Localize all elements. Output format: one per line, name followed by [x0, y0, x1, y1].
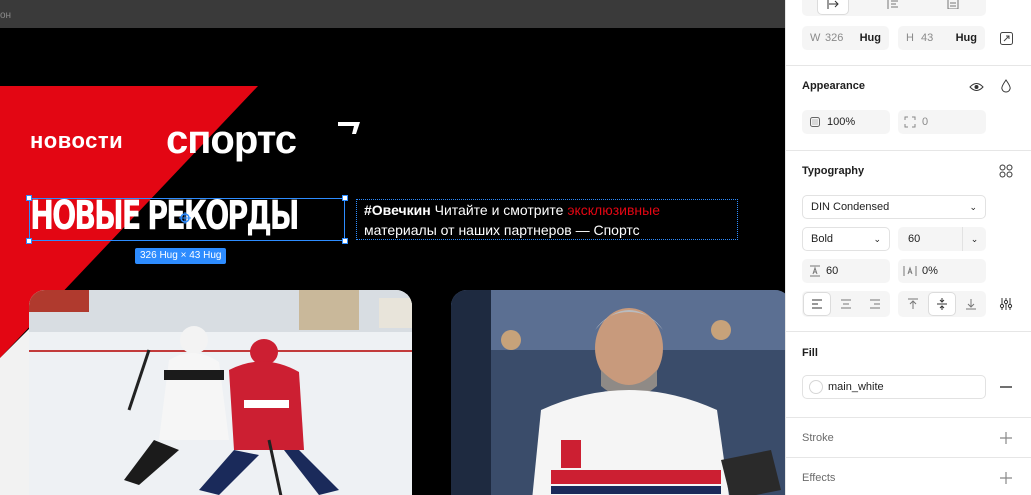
crosshair-icon	[179, 212, 191, 224]
text-align-group	[802, 291, 890, 317]
width-value: 326	[825, 32, 844, 44]
height-value: 43	[921, 32, 934, 44]
align-top-button[interactable]	[900, 293, 926, 315]
font-size-field[interactable]: 60 ⌄	[898, 227, 986, 251]
hockey-photo-2	[451, 290, 785, 495]
resize-handle-top-right[interactable]	[342, 195, 348, 201]
letter-spacing-field[interactable]: 0%	[898, 259, 986, 283]
design-canvas[interactable]: он новости спортс НОВЫЕ РЕКОРДЫ 326 Hug …	[0, 0, 785, 495]
arrow-right-icon	[827, 0, 839, 9]
font-size-dropdown[interactable]: ⌄	[962, 227, 986, 251]
effects-section: Effects	[786, 458, 1031, 495]
vertical-align-group	[898, 291, 986, 317]
font-weight-value: Bold	[811, 233, 834, 245]
brand-logo-text[interactable]: спортс	[166, 118, 297, 163]
remove-fill-icon[interactable]	[998, 379, 1014, 395]
opacity-value: 100%	[827, 116, 856, 128]
corner-radius-icon	[904, 116, 916, 128]
text-settings-icon[interactable]	[998, 296, 1014, 312]
corner-radius-field[interactable]: 0	[898, 110, 986, 134]
layout-section: W 326 Hug H 43 Hug	[786, 0, 1031, 66]
width-field[interactable]: W 326 Hug	[802, 26, 889, 50]
add-effect-icon[interactable]	[998, 470, 1014, 486]
direction-wrap-button[interactable]	[938, 0, 968, 14]
effects-title: Effects	[802, 472, 836, 484]
body-text-line-2[interactable]: материалы от наших партнеров — Спортс	[364, 222, 640, 238]
height-label: H	[906, 32, 914, 44]
chevron-down-icon: ⌄	[873, 234, 881, 244]
brand-news-text[interactable]: новости	[30, 128, 123, 154]
align-center-button[interactable]	[833, 293, 859, 315]
direction-segmented-control	[802, 0, 986, 16]
align-middle-button[interactable]	[929, 293, 955, 315]
fill-swatch-name: main_white	[828, 381, 884, 393]
height-field[interactable]: H 43 Hug	[898, 26, 985, 50]
letter-spacing-icon	[903, 266, 917, 276]
body-text-before: Читайте и смотрите	[430, 202, 568, 218]
blend-mode-icon[interactable]	[998, 78, 1014, 94]
size-badge: 326 Hug × 43 Hug	[135, 248, 227, 264]
app-window: он новости спортс НОВЫЕ РЕКОРДЫ 326 Hug …	[0, 0, 1031, 495]
direction-vertical-button[interactable]	[878, 0, 908, 14]
resize-handle-top-left[interactable]	[26, 195, 32, 201]
height-mode[interactable]: Hug	[956, 26, 977, 50]
resize-to-fit-icon[interactable]	[998, 30, 1014, 46]
chevron-down-icon: ⌄	[969, 202, 977, 212]
align-left-icon	[812, 299, 822, 309]
hashtag-text: #Овечкин	[364, 202, 431, 218]
align-right-icon	[870, 299, 880, 309]
body-text-line-1[interactable]: #Овечкин Читайте и смотрите эксклюзивные	[364, 202, 660, 218]
artboard[interactable]: новости спортс НОВЫЕ РЕКОРДЫ 326 Hug × 4…	[0, 28, 785, 495]
line-height-icon	[810, 265, 820, 277]
line-height-value: 60	[826, 265, 839, 277]
line-height-field[interactable]: 60	[802, 259, 890, 283]
typography-section: Typography DIN Condensed ⌄ Bold ⌄ 60 ⌄ 6…	[786, 151, 1031, 332]
align-center-icon	[841, 299, 851, 309]
accent-text: эксклюзивные	[567, 202, 660, 218]
align-top-icon	[908, 298, 918, 309]
align-right-button[interactable]	[862, 293, 888, 315]
frame-label[interactable]: он	[0, 10, 11, 21]
appearance-section: Appearance 100% 0	[786, 66, 1031, 151]
eye-icon[interactable]	[968, 79, 984, 95]
text-styles-icon[interactable]	[998, 163, 1014, 179]
direction-horizontal-button[interactable]	[818, 0, 848, 14]
align-middle-icon	[937, 298, 947, 310]
width-mode[interactable]: Hug	[860, 26, 881, 50]
resize-handle-bottom-right[interactable]	[342, 238, 348, 244]
hockey-photo-1	[29, 290, 412, 495]
add-stroke-icon[interactable]	[998, 430, 1014, 446]
news-card-photo-1[interactable]	[29, 290, 412, 495]
properties-panel: W 326 Hug H 43 Hug Appearance 100% 0 Typ…	[785, 0, 1031, 495]
align-bottom-button[interactable]	[958, 293, 984, 315]
fill-swatch-field[interactable]: main_white	[802, 375, 986, 399]
fill-title: Fill	[802, 347, 818, 359]
corner-radius-value: 0	[922, 116, 929, 128]
align-left-button[interactable]	[804, 293, 830, 315]
text-align-icon	[887, 0, 898, 9]
letter-spacing-value: 0%	[922, 265, 938, 277]
typography-title: Typography	[802, 165, 865, 177]
font-weight-select[interactable]: Bold ⌄	[802, 227, 890, 251]
fill-section: Fill main_white	[786, 332, 1031, 418]
canvas-top-area	[0, 0, 785, 28]
align-bottom-icon	[966, 299, 976, 310]
opacity-icon	[810, 117, 820, 127]
stroke-title: Stroke	[802, 432, 834, 444]
width-label: W	[810, 32, 821, 44]
color-swatch	[809, 380, 823, 394]
font-size-value: 60	[908, 233, 921, 245]
font-family-value: DIN Condensed	[811, 201, 890, 213]
resize-handle-bottom-left[interactable]	[26, 238, 32, 244]
stroke-section: Stroke	[786, 418, 1031, 458]
font-family-select[interactable]: DIN Condensed ⌄	[802, 195, 986, 219]
opacity-field[interactable]: 100%	[802, 110, 890, 134]
page-text-icon	[947, 0, 959, 9]
news-card-photo-2[interactable]	[451, 290, 785, 495]
logo-mark-icon	[338, 122, 360, 134]
appearance-title: Appearance	[802, 80, 865, 92]
